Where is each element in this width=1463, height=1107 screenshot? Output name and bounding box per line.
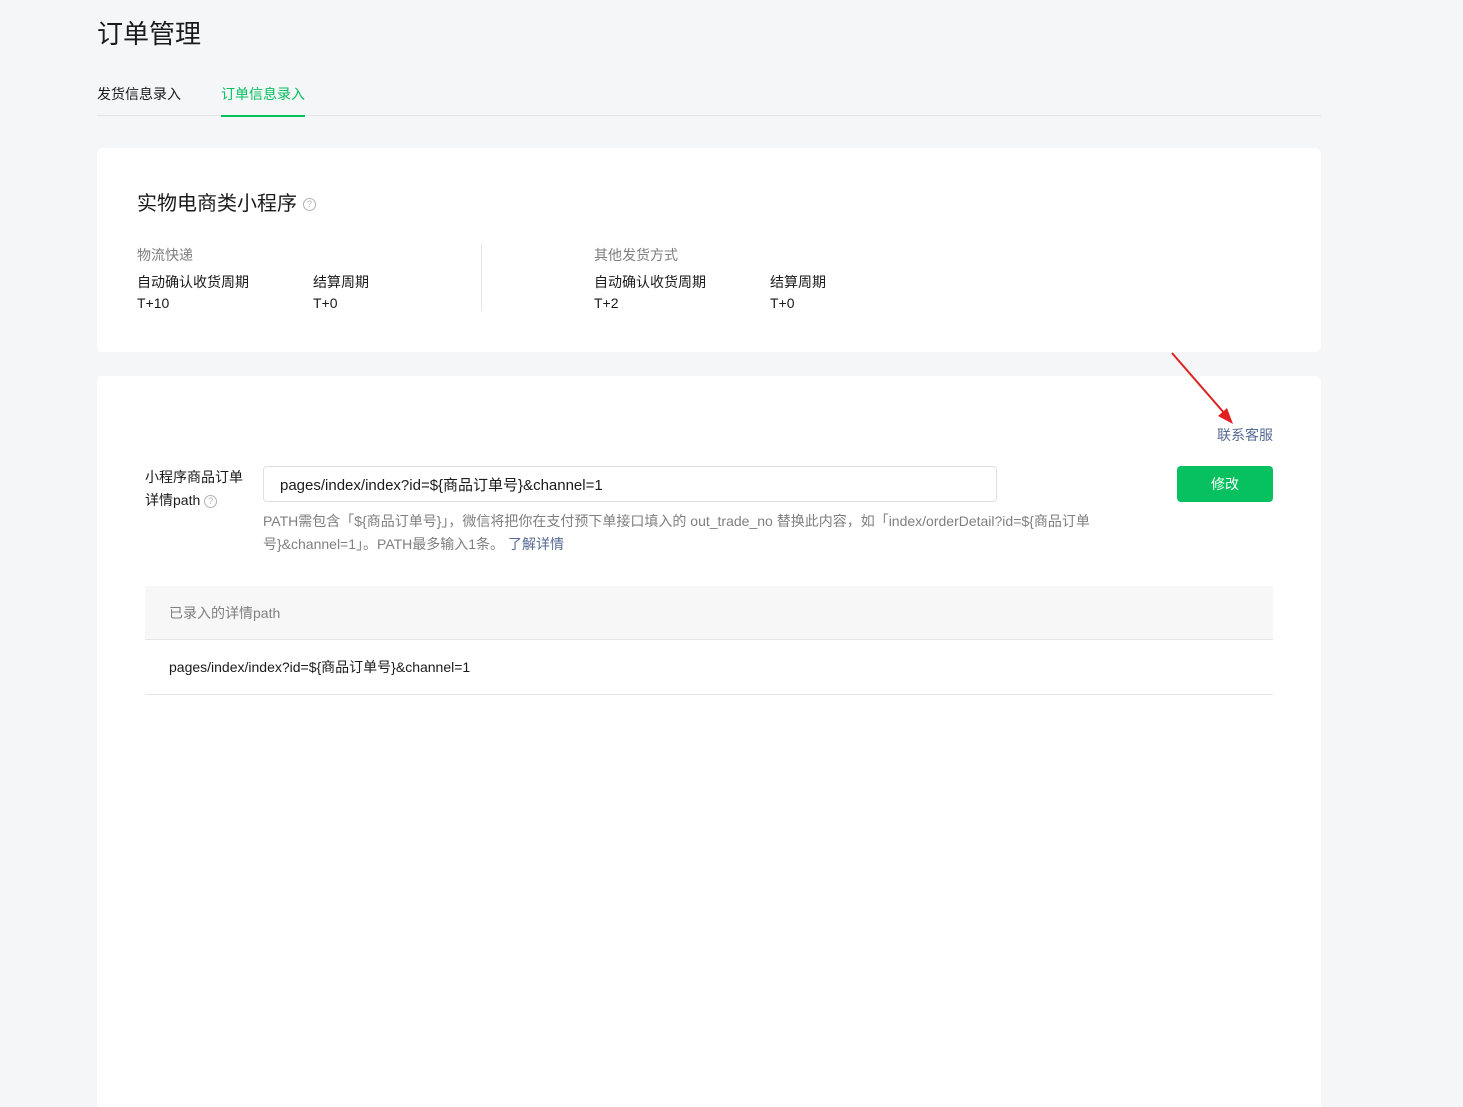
auto-confirm-period-value: T+10 (137, 295, 170, 311)
table-header: 已录入的详情path (145, 586, 1273, 640)
card-title: 实物电商类小程序 ? (137, 190, 316, 218)
page-title: 订单管理 (97, 19, 202, 49)
auto-confirm-period-value: T+2 (594, 295, 619, 311)
group-label-logistics: 物流快递 (137, 247, 193, 263)
question-circle-icon[interactable]: ? (303, 197, 316, 211)
tab-bar: 发货信息录入 订单信息录入 (97, 80, 1321, 117)
settlement-period-value: T+0 (313, 295, 338, 311)
category-title: 实物电商类小程序 (137, 193, 297, 215)
detail-path-input[interactable] (263, 466, 997, 502)
detail-path-label-line2: 详情path (145, 492, 201, 508)
order-path-card: 联系客服 小程序商品订单 详情path? 修改 PATH需包含「${商品订单号}… (97, 376, 1321, 1107)
modify-button[interactable]: 修改 (1177, 466, 1273, 502)
group-label-other-shipping: 其他发货方式 (594, 247, 678, 263)
settlement-period-label: 结算周期 (770, 274, 826, 290)
detail-path-label: 小程序商品订单 详情path? (145, 466, 255, 512)
mini-program-category-card: 实物电商类小程序 ? 物流快递 自动确认收货周期 T+10 结算周期 T+0 其… (97, 148, 1321, 352)
auto-confirm-period-label: 自动确认收货周期 (137, 274, 249, 290)
contact-support-link[interactable]: 联系客服 (1217, 425, 1273, 445)
path-hint: PATH需包含「${商品订单号}」，微信将把你在支付预下单接口填入的 out_t… (263, 510, 1133, 556)
path-hint-text: PATH需包含「${商品订单号}」，微信将把你在支付预下单接口填入的 out_t… (263, 513, 1090, 552)
entered-path-table: 已录入的详情path pages/index/index?id=${商品订单号}… (145, 586, 1273, 695)
settlement-period-value: T+0 (770, 295, 795, 311)
auto-confirm-period-label: 自动确认收货周期 (594, 274, 706, 290)
detail-path-label-line1: 小程序商品订单 (145, 469, 243, 485)
tab-order-info[interactable]: 订单信息录入 (221, 80, 305, 117)
settlement-period-label: 结算周期 (313, 274, 369, 290)
tab-shipping-info[interactable]: 发货信息录入 (97, 80, 181, 116)
group-divider (481, 244, 482, 311)
question-circle-icon[interactable]: ? (204, 495, 218, 508)
table-row: pages/index/index?id=${商品订单号}&channel=1 (145, 640, 1273, 695)
learn-more-link[interactable]: 了解详情 (508, 536, 564, 552)
